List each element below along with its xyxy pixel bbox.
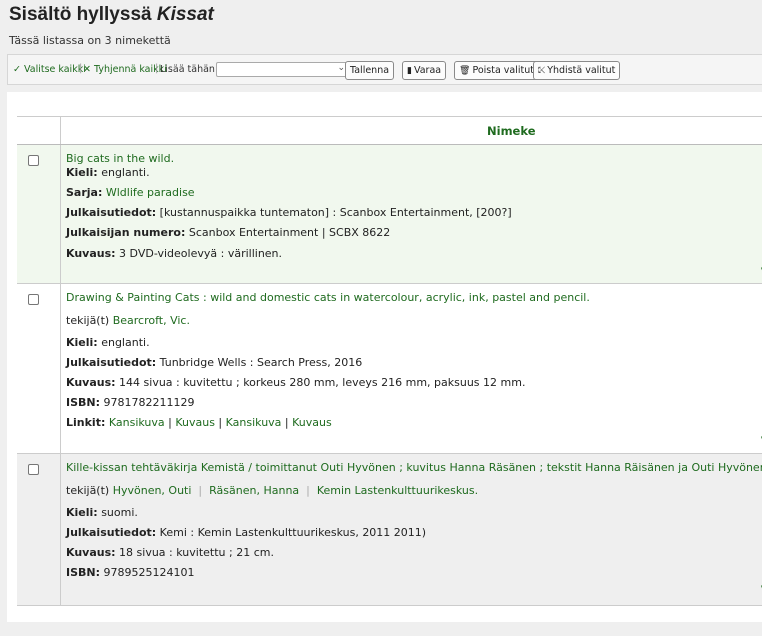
publication-field: Julkaisutiedot: Tunbridge Wells : Search… xyxy=(66,356,363,369)
results-table: Nimeke Big cats in the wild. Kieli: engl… xyxy=(17,116,762,606)
table-row: Drawing & Painting Cats : wild and domes… xyxy=(17,284,762,454)
column-header-title: Nimeke xyxy=(487,124,536,138)
description-link[interactable]: Kuvaus xyxy=(292,416,332,429)
save-button[interactable]: Tallenna xyxy=(345,61,395,80)
trash-icon: 🗑 xyxy=(459,66,471,76)
cover-link[interactable]: Kansikuva xyxy=(226,416,282,429)
description-field: Kuvaus: 3 DVD-videolevyä : värillinen. xyxy=(66,247,283,260)
description-field: Kuvaus: 144 sivua : kuvitettu ; korkeus … xyxy=(66,376,526,389)
row-checkbox[interactable] xyxy=(28,155,39,166)
author-field: tekijä(t) Bearcroft, Vic. xyxy=(66,314,190,327)
series-link[interactable]: Wldlife paradise xyxy=(106,186,195,199)
author-link[interactable]: Bearcroft, Vic. xyxy=(113,314,190,327)
list-name: Kissat xyxy=(156,4,214,25)
add-to-select[interactable]: ⌄ xyxy=(216,62,349,77)
table-row: Kille-kissan tehtäväkirja Kemistä / toim… xyxy=(17,454,762,606)
publication-field: Julkaisutiedot: [kustannuspaikka tuntema… xyxy=(66,206,512,219)
divider: | xyxy=(155,63,159,74)
content-panel: Nimeke Big cats in the wild. Kieli: engl… xyxy=(7,92,762,622)
isbn-field: ISBN: 9789525124101 xyxy=(66,566,195,579)
bookmark-icon: ▮ xyxy=(407,66,412,76)
chevron-down-icon: ⌄ xyxy=(337,63,345,73)
author-link[interactable]: Hyvönen, Outi xyxy=(113,484,192,497)
divider: | xyxy=(79,63,83,74)
record-title-link[interactable]: Drawing & Painting Cats : wild and domes… xyxy=(66,291,590,304)
merge-icon: ⤪ xyxy=(538,66,546,76)
description-link[interactable]: Kuvaus xyxy=(175,416,215,429)
item-count: Tässä listassa on 3 nimekettä xyxy=(9,34,171,47)
author-field: tekijä(t) Hyvönen, Outi | Räsänen, Hanna… xyxy=(66,484,479,497)
close-icon: ✕ xyxy=(83,64,91,75)
description-field: Kuvaus: 18 sivua : kuvitettu ; 21 cm. xyxy=(66,546,274,559)
record-title-link[interactable]: Kille-kissan tehtäväkirja Kemistä / toim… xyxy=(66,461,762,474)
author-link[interactable]: Kemin Lastenkulttuurikeskus. xyxy=(317,484,478,497)
page-title: Sisältö hyllyssä Kissat xyxy=(9,4,214,25)
cover-link[interactable]: Kansikuva xyxy=(109,416,165,429)
table-header: Nimeke xyxy=(17,117,762,145)
select-all-link[interactable]: ✓ Valitse kaikki xyxy=(13,64,86,75)
table-row: Big cats in the wild. Kieli: englanti. S… xyxy=(17,145,762,284)
isbn-field: ISBN: 9781782211129 xyxy=(66,396,195,409)
language-field: Kieli: suomi. xyxy=(66,506,138,519)
row-checkbox[interactable] xyxy=(28,464,39,475)
add-to-label: Lisää tähän: xyxy=(160,64,219,75)
remove-selected-button[interactable]: 🗑 Poista valitut xyxy=(454,61,539,80)
author-link[interactable]: Räsänen, Hanna xyxy=(209,484,299,497)
check-icon: ✓ xyxy=(13,64,21,75)
language-field: Kieli: englanti. xyxy=(66,336,150,349)
publisher-number-field: Julkaisijan numero: Scanbox Entertainmen… xyxy=(66,226,391,239)
record-title-link[interactable]: Big cats in the wild. xyxy=(66,152,174,165)
series-field: Sarja: Wldlife paradise xyxy=(66,186,195,199)
publication-field: Julkaisutiedot: Kemi : Kemin Lastenkultt… xyxy=(66,526,427,539)
merge-selected-button[interactable]: ⤪ Yhdistä valitut xyxy=(533,61,621,80)
toolbar: ✓ Valitse kaikki | ✕ Tyhjennä kaikki | L… xyxy=(7,54,762,85)
language-field: Kieli: englanti. xyxy=(66,166,150,179)
links-field: Linkit: Kansikuva | Kuvaus | Kansikuva |… xyxy=(66,416,332,429)
row-checkbox[interactable] xyxy=(28,294,39,305)
hold-button[interactable]: ▮ Varaa xyxy=(402,61,447,80)
